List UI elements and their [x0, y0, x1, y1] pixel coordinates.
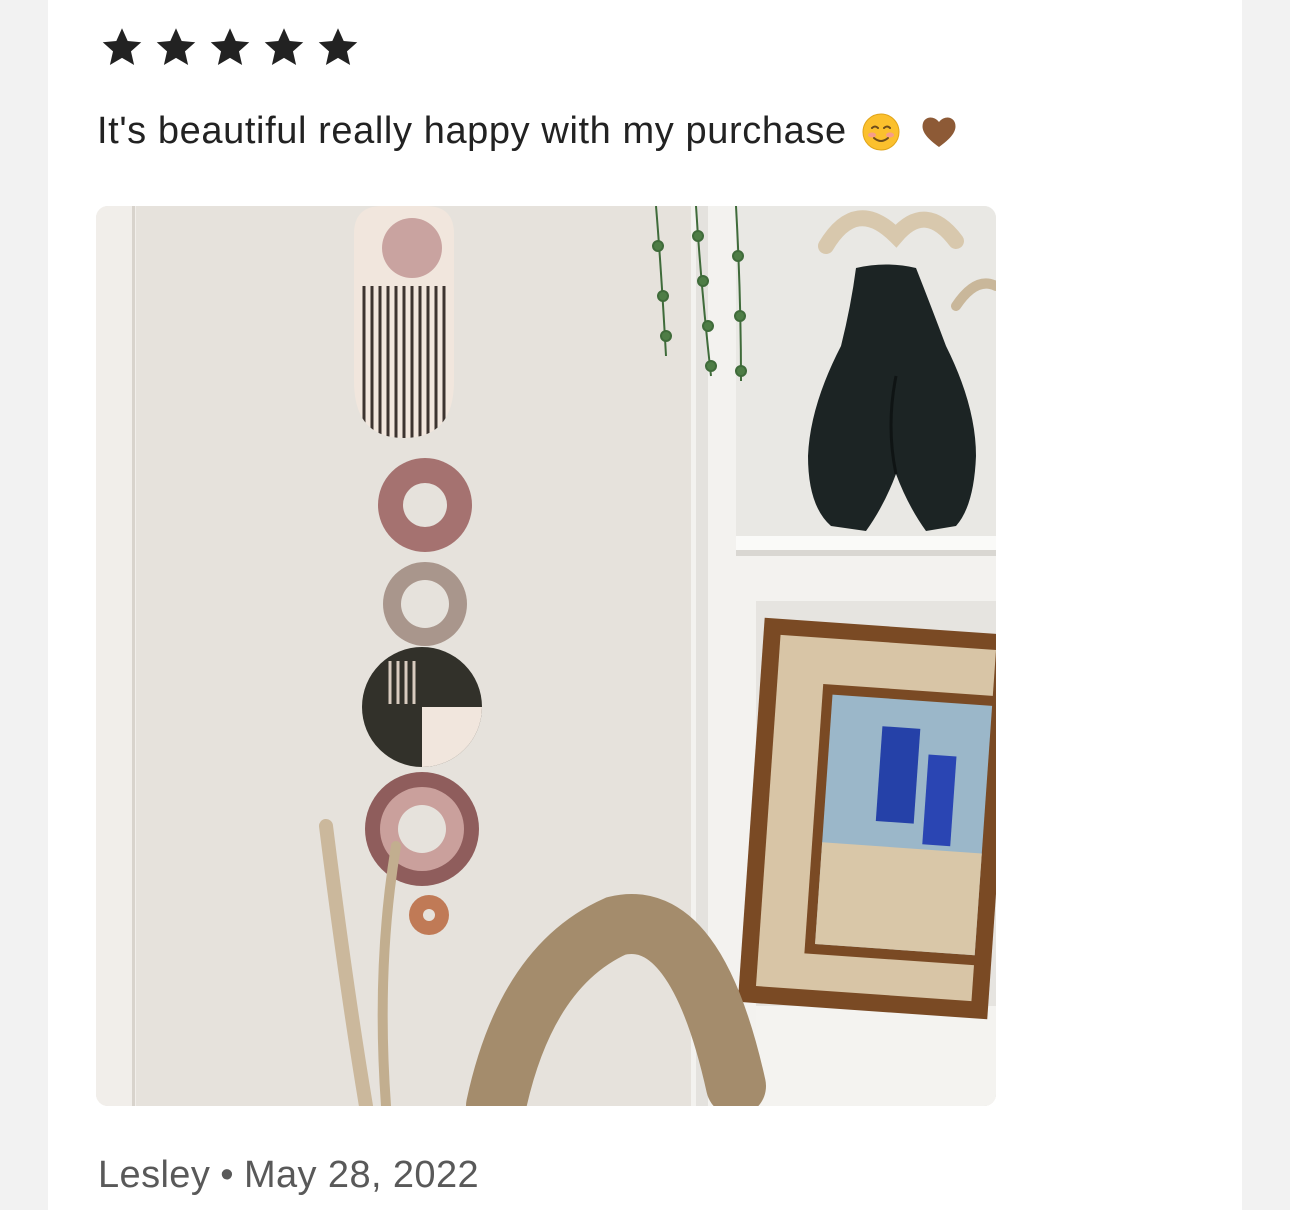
meta-separator: •	[220, 1154, 234, 1196]
review-text: It's beautiful really happy with my purc…	[97, 110, 959, 153]
review-date: May 28, 2022	[243, 1154, 480, 1196]
review-photo[interactable]	[96, 206, 996, 1106]
star-icon	[154, 25, 206, 69]
star-rating	[100, 25, 368, 69]
star-icon	[316, 25, 368, 69]
review-card: It's beautiful really happy with my purc…	[48, 0, 1242, 1210]
brown-heart-emoji-icon	[919, 112, 959, 152]
reviewer-name[interactable]: Lesley	[98, 1154, 210, 1196]
star-icon	[208, 25, 260, 69]
star-icon	[100, 25, 152, 69]
review-body: It's beautiful really happy with my purc…	[97, 110, 847, 152]
review-meta: Lesley • May 28, 2022	[98, 1154, 479, 1197]
star-icon	[262, 25, 314, 69]
smiling-face-emoji-icon	[861, 112, 901, 152]
